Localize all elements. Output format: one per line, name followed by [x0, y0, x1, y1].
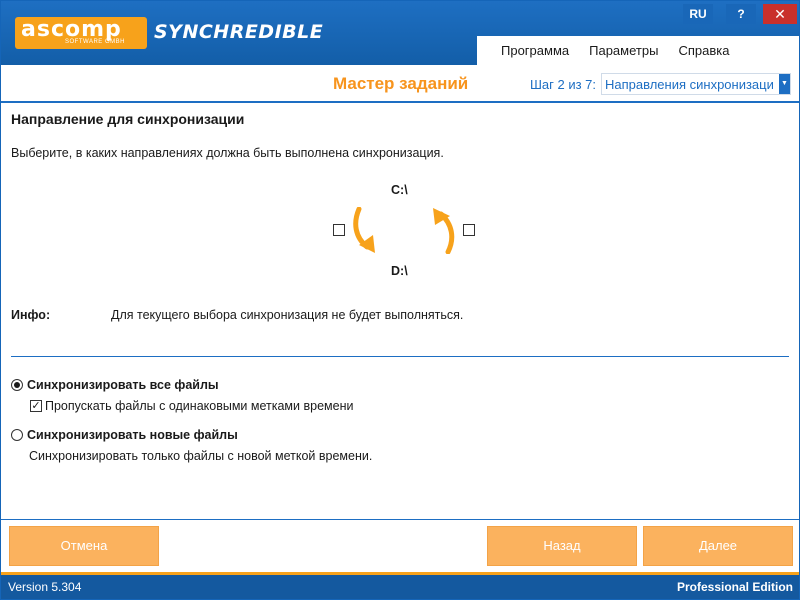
sync-new-description: Синхронизировать только файлы с новой ме… [29, 449, 373, 463]
next-button[interactable]: Далее [643, 526, 793, 566]
app-title: SYNCHREDIBLE [154, 21, 324, 43]
menu-item-program[interactable]: Программа [501, 43, 569, 58]
sync-all-radio[interactable] [11, 379, 23, 391]
skip-same-time-checkbox[interactable]: ✓ [30, 400, 42, 412]
main-menu: Программа Параметры Справка [477, 36, 799, 65]
app-window: ascomp SOFTWARE GMBH SYNCHREDIBLE RU ? ✕… [0, 0, 800, 600]
menu-item-settings[interactable]: Параметры [589, 43, 658, 58]
section-title: Направление для синхронизации [11, 111, 245, 127]
close-icon: ✕ [774, 6, 786, 22]
info-text: Для текущего выбора синхронизация не буд… [111, 308, 464, 322]
section-description: Выберите, в каких направлениях должна бы… [11, 146, 444, 160]
step-label: Шаг 2 из 7: [530, 77, 597, 92]
back-button[interactable]: Назад [487, 526, 637, 566]
arrow-down-icon [353, 207, 375, 253]
skip-same-time-label[interactable]: Пропускать файлы с одинаковыми метками в… [45, 399, 353, 413]
cancel-button[interactable]: Отмена [9, 526, 159, 566]
close-button[interactable]: ✕ [763, 4, 797, 24]
wizard-title: Мастер заданий [333, 74, 469, 93]
footer-divider [1, 519, 799, 520]
ascomp-logo: ascomp SOFTWARE GMBH [15, 17, 147, 49]
sync-new-radio[interactable] [11, 429, 23, 441]
version-text: Version 5.304 [8, 580, 82, 594]
step-dropdown-value: Направления синхронизаци [605, 77, 774, 92]
logo-mark: ascomp SOFTWARE GMBH [15, 17, 147, 49]
arrow-up-icon [433, 208, 455, 254]
title-bar: ascomp SOFTWARE GMBH SYNCHREDIBLE RU ? ✕… [1, 1, 799, 65]
sync-all-label[interactable]: Синхронизировать все файлы [27, 378, 219, 392]
menu-item-help[interactable]: Справка [678, 43, 729, 58]
target-drive-label: D:\ [391, 264, 408, 278]
status-bar: Version 5.304 Professional Edition [1, 572, 799, 599]
logo-subtitle: SOFTWARE GMBH [65, 39, 125, 45]
direction-right-checkbox[interactable] [463, 224, 475, 236]
direction-left-checkbox[interactable] [333, 224, 345, 236]
language-button[interactable]: RU [683, 4, 713, 24]
source-drive-label: C:\ [391, 183, 408, 197]
logo-text: ascomp [21, 17, 122, 42]
edition-text: Professional Edition [676, 580, 793, 594]
chevron-down-icon[interactable]: ▼ [779, 74, 790, 94]
help-button[interactable]: ? [726, 4, 756, 24]
step-dropdown[interactable]: Направления синхронизаци ▼ [601, 73, 791, 95]
checkmark-icon: ✓ [31, 400, 41, 412]
wizard-header: Мастер заданий Шаг 2 из 7: Направления с… [1, 65, 799, 103]
sync-new-label[interactable]: Синхронизировать новые файлы [27, 428, 238, 442]
divider [11, 356, 789, 357]
info-label: Инфо: [11, 308, 51, 322]
